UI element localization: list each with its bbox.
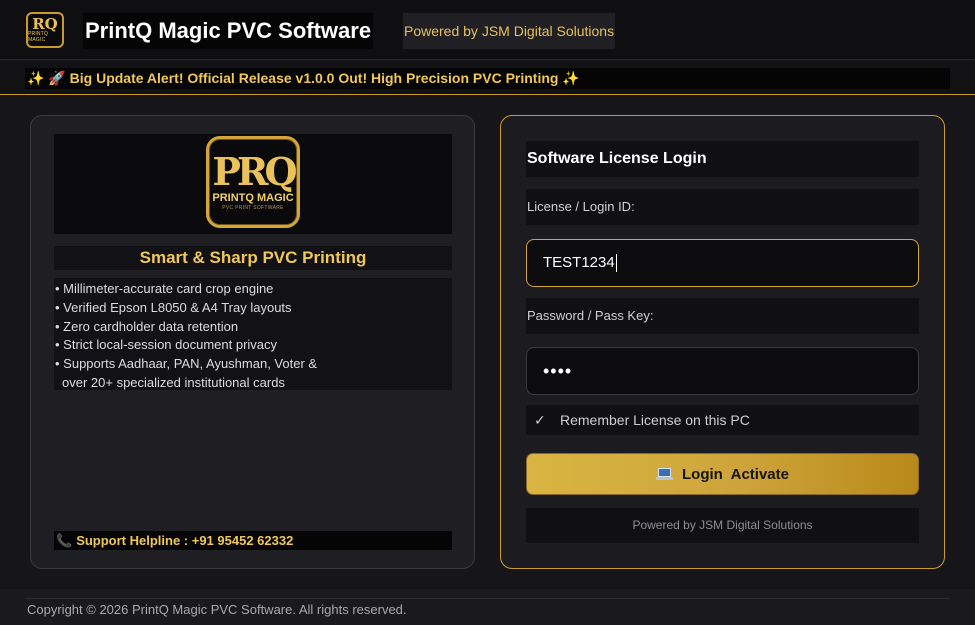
password-label: Password / Pass Key: (526, 298, 919, 334)
feature-item: • Supports Aadhaar, PAN, Ayushman, Voter… (55, 356, 318, 372)
phone-icon: 📞 (56, 533, 73, 548)
remember-label: Remember License on this PC (560, 412, 750, 428)
footer-divider (25, 598, 950, 599)
laptop-icon (656, 468, 674, 480)
powered-by-header: Powered by JSM Digital Solutions (403, 13, 616, 49)
logo-mark: RQ (32, 15, 58, 33)
login-button-label: Login Activate (682, 465, 789, 483)
support-helpline: 📞 Support Helpline : +91 95452 62332 (54, 531, 452, 550)
announcement-text: Big Update Alert! Official Release v1.0.… (69, 70, 559, 86)
license-input-value: TEST1234 (543, 254, 615, 271)
rocket-icon: 🚀 (48, 70, 66, 86)
login-panel: Software License Login License / Login I… (500, 115, 945, 569)
login-title: Software License Login (526, 141, 919, 177)
copyright-text: Copyright © 2026 PrintQ Magic PVC Softwa… (27, 602, 407, 617)
text-caret (615, 254, 617, 273)
app-title: PrintQ Magic PVC Software (83, 13, 374, 49)
printq-magic-logo: PRQ PRINTQ MAGIC PVC PRINT SOFTWARE (206, 136, 300, 228)
helpline-text: Support Helpline : +91 95452 62332 (76, 533, 294, 548)
brand-logo-name: PRINTQ MAGIC (212, 192, 294, 204)
feature-item: • Strict local-session document privacy (55, 337, 278, 353)
sparkle-icon: ✨ (562, 70, 580, 86)
remember-license-checkbox[interactable]: ✓ Remember License on this PC (526, 405, 919, 435)
tagline: Smart & Sharp PVC Printing (54, 246, 452, 270)
brand-logo-subtitle: PVC PRINT SOFTWARE (222, 205, 284, 211)
password-input-value: •••• (543, 361, 573, 381)
announcement-text-container: ✨ 🚀 Big Update Alert! Official Release v… (25, 68, 950, 89)
feature-item: • Zero cardholder data retention (55, 318, 239, 334)
printq-logo-icon: RQ PRINTQ MAGIC (26, 12, 64, 48)
feature-item: • Millimeter-accurate card crop engine (55, 281, 274, 296)
feature-item: • Verified Epson L8050 & A4 Tray layouts (55, 299, 292, 315)
brand-logo-container: PRQ PRINTQ MAGIC PVC PRINT SOFTWARE (54, 134, 452, 234)
brand-logo-mark: PRQ (212, 149, 297, 194)
password-input[interactable]: •••• (526, 347, 919, 395)
check-icon[interactable]: ✓ (534, 405, 546, 435)
feature-item: over 20+ specialized institutional cards (62, 374, 285, 390)
app-header: RQ PRINTQ MAGIC PrintQ Magic PVC Softwar… (0, 0, 975, 60)
announcement-bar: ✨ 🚀 Big Update Alert! Official Release v… (0, 61, 975, 95)
feature-list: • Millimeter-accurate card crop engine •… (54, 278, 452, 390)
license-input[interactable]: TEST1234 (526, 239, 919, 287)
product-info-panel: PRQ PRINTQ MAGIC PVC PRINT SOFTWARE Smar… (30, 115, 475, 569)
license-label: License / Login ID: (526, 189, 919, 225)
sparkle-icon: ✨ (27, 70, 45, 86)
logo-text: PRINTQ MAGIC (28, 31, 49, 43)
login-activate-button[interactable]: Login Activate (526, 453, 919, 495)
powered-by-footer: Powered by JSM Digital Solutions (526, 508, 919, 543)
